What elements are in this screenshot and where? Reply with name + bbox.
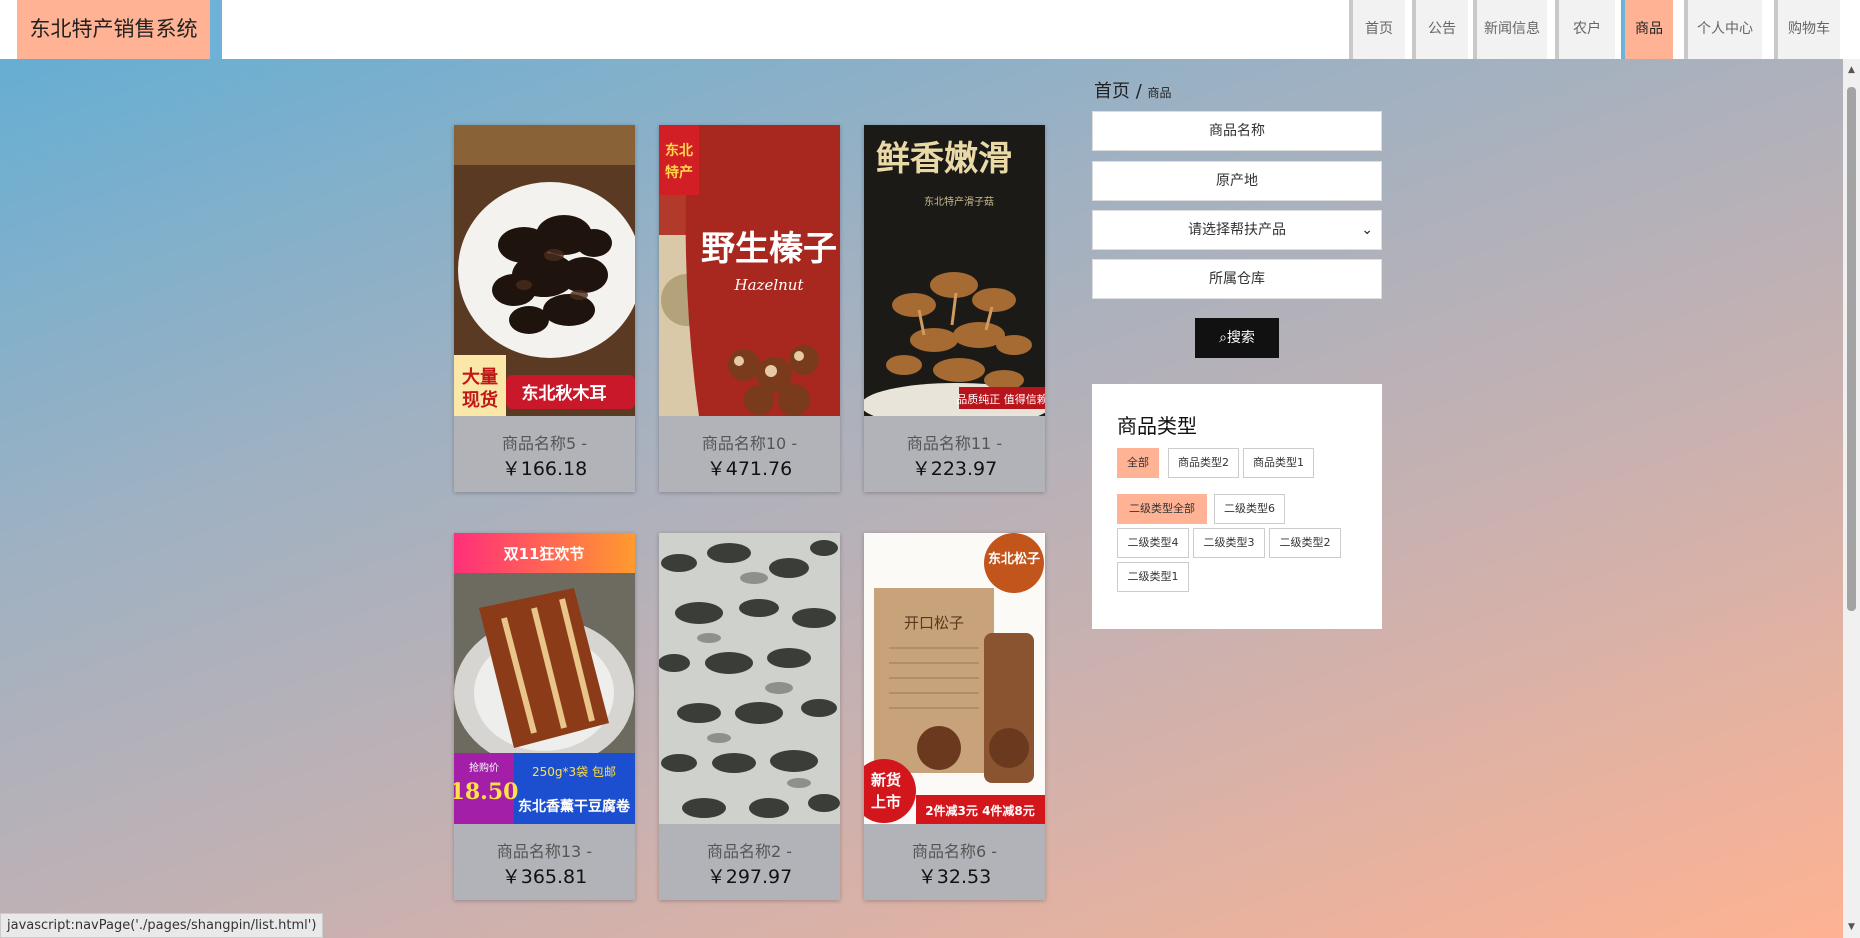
image-caption: 品质纯正 值得信赖 — [956, 393, 1045, 406]
nav-news[interactable]: 新闻信息 — [1473, 0, 1547, 59]
image-caption: 双11狂欢节 — [504, 545, 585, 563]
image-caption: 上市 — [871, 793, 901, 811]
product-price: ￥365.81 — [501, 866, 588, 888]
image-caption: 开口松子 — [904, 614, 964, 632]
support-product-select-label: 请选择帮扶产品 — [1188, 222, 1286, 238]
search-button[interactable]: ⌕搜索 — [1195, 318, 1279, 358]
subtype-tag[interactable]: 二级类型1 — [1117, 562, 1189, 592]
product-card[interactable]: 商品名称2 - ￥297.97 — [659, 533, 840, 900]
image-caption: 鲜香嫩滑 — [876, 139, 1012, 179]
warehouse-input[interactable]: 所属仓库 — [1092, 259, 1382, 299]
image-caption: 新货 — [871, 771, 901, 789]
breadcrumb-home[interactable]: 首页 — [1094, 81, 1130, 102]
product-name[interactable]: 商品名称10 - — [659, 430, 840, 454]
product-name-placeholder: 商品名称 — [1209, 123, 1265, 139]
type-tag-all[interactable]: 全部 — [1117, 448, 1159, 478]
image-caption: 抢购价 — [469, 761, 499, 774]
subtype-tag[interactable]: 二级类型3 — [1193, 528, 1265, 558]
nav-profile[interactable]: 个人中心 — [1684, 0, 1762, 59]
product-card[interactable]: 大量 现货 东北秋木耳 商品名称5 - ￥166.18 — [454, 125, 635, 492]
image-caption: 东北 — [665, 142, 693, 159]
image-caption: Hazelnut — [734, 276, 805, 294]
subtype-tag-all[interactable]: 二级类型全部 — [1117, 494, 1207, 524]
scrollbar-thumb[interactable] — [1847, 87, 1856, 611]
image-caption: 特产 — [665, 164, 693, 181]
product-name[interactable]: 商品名称6 - — [864, 838, 1045, 862]
product-card[interactable]: 东北 特产 野生榛子 Hazelnut 商品名称10 - ￥471.76 — [659, 125, 840, 492]
breadcrumb: 首页 / 商品 — [1094, 77, 1172, 103]
image-caption: 250g*3袋 包邮 — [532, 765, 616, 779]
origin-input[interactable]: 原产地 — [1092, 161, 1382, 201]
product-image[interactable]: 大量 现货 东北秋木耳 — [454, 125, 635, 416]
site-brand[interactable]: 东北特产销售系统 — [17, 0, 210, 59]
image-caption: 现货 — [462, 389, 498, 411]
image-caption: 东北香薰干豆腐卷 — [518, 798, 631, 815]
search-icon: ⌕ — [1219, 330, 1227, 346]
support-product-select[interactable]: 请选择帮扶产品 ⌄ — [1092, 210, 1382, 250]
nav-cart[interactable]: 购物车 — [1774, 0, 1840, 59]
product-name[interactable]: 商品名称2 - — [659, 838, 840, 862]
image-caption: 大量 — [462, 366, 498, 388]
image-caption: 东北秋木耳 — [522, 383, 607, 404]
page-scrollbar[interactable]: ▲ ▼ — [1843, 59, 1860, 938]
top-navbar: 东北特产销售系统 首页 公告 新闻信息 农户 商品 个人中心 购物车 — [0, 0, 1860, 59]
image-caption: 18.50 — [454, 779, 518, 805]
product-name[interactable]: 商品名称5 - — [454, 430, 635, 454]
image-caption: 东北松子 — [988, 551, 1040, 567]
product-price: ￥297.97 — [706, 866, 793, 888]
nav-products[interactable]: 商品 — [1621, 0, 1673, 59]
brand-accent-bar — [210, 0, 222, 59]
product-card[interactable]: 东北松子 开口松子 新货 上市 2件减3元 4件减8元 商品名称6 - ￥32.… — [864, 533, 1045, 900]
product-type-title: 商品类型 — [1117, 414, 1197, 438]
nav-notice[interactable]: 公告 — [1412, 0, 1468, 59]
product-name[interactable]: 商品名称11 - — [864, 430, 1045, 454]
image-caption: 野生榛子 — [701, 229, 837, 269]
warehouse-placeholder: 所属仓库 — [1209, 271, 1265, 287]
subtype-tag[interactable]: 二级类型2 — [1269, 528, 1341, 558]
product-type-panel: 商品类型 全部 商品类型2 商品类型1 二级类型全部 二级类型6 二级类型4 二… — [1092, 384, 1382, 629]
origin-placeholder: 原产地 — [1216, 173, 1258, 189]
subtype-tag[interactable]: 二级类型6 — [1214, 494, 1285, 524]
product-price: ￥223.97 — [911, 458, 998, 480]
product-image[interactable]: 双11狂欢节 抢购价 18.50 250g*3袋 包邮 东北香薰干豆腐卷 — [454, 533, 635, 824]
breadcrumb-separator: / — [1130, 81, 1148, 102]
nav-farmer[interactable]: 农户 — [1555, 0, 1615, 59]
product-image[interactable]: 东北松子 开口松子 新货 上市 2件减3元 4件减8元 — [864, 533, 1045, 824]
subtype-tag[interactable]: 二级类型4 — [1117, 528, 1189, 558]
type-tag[interactable]: 商品类型2 — [1168, 448, 1239, 478]
type-tag[interactable]: 商品类型1 — [1243, 448, 1314, 478]
breadcrumb-current: 商品 — [1147, 86, 1172, 100]
product-card[interactable]: 双11狂欢节 抢购价 18.50 250g*3袋 包邮 东北香薰干豆腐卷 商品名… — [454, 533, 635, 900]
product-price: ￥166.18 — [501, 458, 588, 480]
image-caption: 东北特产滑子菇 — [924, 195, 994, 208]
image-caption: 2件减3元 4件减8元 — [925, 803, 1035, 818]
product-price: ￥32.53 — [917, 866, 992, 888]
product-name[interactable]: 商品名称13 - — [454, 838, 635, 862]
search-button-label: 搜索 — [1226, 330, 1255, 346]
product-image[interactable] — [659, 533, 840, 824]
product-price: ￥471.76 — [706, 458, 793, 480]
scroll-up-icon[interactable]: ▲ — [1846, 65, 1857, 75]
scroll-down-icon[interactable]: ▼ — [1846, 922, 1857, 932]
nav-home[interactable]: 首页 — [1349, 0, 1405, 59]
chevron-down-icon: ⌄ — [1361, 222, 1373, 238]
product-name-input[interactable]: 商品名称 — [1092, 111, 1382, 151]
product-image[interactable]: 鲜香嫩滑 东北特产滑子菇 品质纯正 值得信赖 — [864, 125, 1045, 416]
product-image[interactable]: 东北 特产 野生榛子 Hazelnut — [659, 125, 840, 416]
browser-status-bar: javascript:navPage('./pages/shangpin/lis… — [0, 913, 324, 938]
product-card[interactable]: 鲜香嫩滑 东北特产滑子菇 品质纯正 值得信赖 商品名称11 - ￥223.97 — [864, 125, 1045, 492]
